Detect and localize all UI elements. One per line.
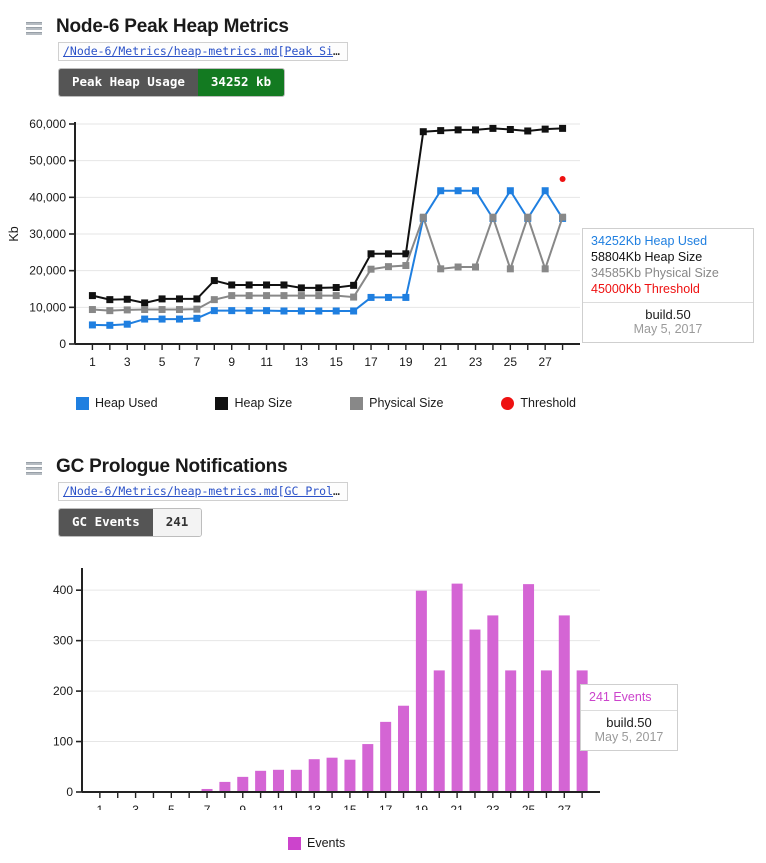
status-badge-label: GC Events bbox=[59, 509, 153, 536]
svg-text:23: 23 bbox=[469, 355, 483, 369]
svg-text:15: 15 bbox=[330, 355, 344, 369]
svg-text:19: 19 bbox=[399, 355, 413, 369]
page-title: GC Prologue Notifications bbox=[56, 456, 288, 477]
svg-text:3: 3 bbox=[132, 803, 139, 810]
gc-chart-legend: Events bbox=[288, 836, 345, 850]
tooltip-date: May 5, 2017 bbox=[633, 322, 703, 336]
tooltip-row-heap-size: 58804Kb Heap Size bbox=[591, 250, 703, 264]
svg-text:21: 21 bbox=[450, 803, 464, 810]
svg-text:7: 7 bbox=[204, 803, 211, 810]
svg-text:9: 9 bbox=[239, 803, 246, 810]
source-link-box[interactable]: /Node-6/Metrics/heap-metrics.md[Peak Siz… bbox=[58, 42, 348, 61]
legend-item-heap-size[interactable]: Heap Size bbox=[215, 396, 292, 410]
legend-label: Threshold bbox=[520, 396, 576, 410]
legend-label: Events bbox=[307, 836, 346, 850]
gc-chart-tooltip: 241 Events build.50 May 5, 2017 bbox=[580, 684, 678, 751]
svg-text:5: 5 bbox=[168, 803, 175, 810]
svg-text:0: 0 bbox=[66, 785, 73, 799]
svg-text:27: 27 bbox=[558, 803, 572, 810]
svg-text:17: 17 bbox=[364, 355, 378, 369]
svg-text:11: 11 bbox=[260, 355, 273, 369]
legend-label: Heap Size bbox=[234, 396, 293, 410]
legend-label: Physical Size bbox=[369, 396, 444, 410]
legend-swatch-icon bbox=[501, 396, 515, 410]
svg-text:17: 17 bbox=[379, 803, 393, 810]
svg-text:11: 11 bbox=[272, 803, 285, 810]
svg-text:Kb: Kb bbox=[7, 226, 21, 241]
svg-text:27: 27 bbox=[538, 355, 552, 369]
svg-text:3: 3 bbox=[124, 355, 131, 369]
legend-swatch-icon bbox=[350, 396, 364, 410]
page-title: Node-6 Peak Heap Metrics bbox=[56, 16, 289, 37]
svg-text:5: 5 bbox=[159, 355, 166, 369]
source-link[interactable]: /Node-6/Metrics/heap-metrics.md[GC Prolo… bbox=[63, 484, 347, 498]
svg-text:60,000: 60,000 bbox=[29, 117, 66, 131]
legend-item-physical-size[interactable]: Physical Size bbox=[350, 396, 443, 410]
tooltip-row-heap-used: 34252Kb Heap Used bbox=[591, 234, 708, 248]
source-link[interactable]: /Node-6/Metrics/heap-metrics.md[Peak Siz… bbox=[63, 44, 347, 58]
svg-text:23: 23 bbox=[486, 803, 500, 810]
svg-text:40,000: 40,000 bbox=[29, 190, 66, 204]
svg-text:7: 7 bbox=[194, 355, 201, 369]
legend-item-heap-used[interactable]: Heap Used bbox=[76, 396, 158, 410]
status-badge-label: Peak Heap Usage bbox=[59, 69, 198, 96]
svg-text:25: 25 bbox=[522, 803, 536, 810]
drag-handle-icon[interactable] bbox=[26, 22, 42, 36]
tooltip-build: build.50 bbox=[645, 307, 691, 322]
legend-swatch-icon bbox=[288, 836, 301, 850]
svg-text:50,000: 50,000 bbox=[29, 154, 66, 168]
svg-text:21: 21 bbox=[434, 355, 448, 369]
status-badge-value: 241 bbox=[152, 509, 202, 536]
status-badge-gc-events: GC Events 241 bbox=[58, 508, 203, 537]
svg-text:13: 13 bbox=[308, 803, 322, 810]
legend-item-events[interactable]: Events bbox=[288, 836, 345, 850]
svg-text:15: 15 bbox=[343, 803, 357, 810]
svg-text:300: 300 bbox=[53, 634, 73, 648]
heap-chart-legend: Heap Used Heap Size Physical Size Thresh… bbox=[76, 396, 576, 410]
tooltip-date: May 5, 2017 bbox=[594, 730, 664, 744]
heap-chart-tooltip: 34252Kb Heap Used 58804Kb Heap Size 3458… bbox=[582, 228, 754, 343]
svg-text:20,000: 20,000 bbox=[29, 264, 66, 278]
tooltip-row-physical: 34585Kb Physical Size bbox=[591, 266, 719, 280]
svg-text:400: 400 bbox=[53, 583, 73, 597]
tooltip-row-threshold: 45000Kb Threshold bbox=[591, 282, 700, 296]
svg-text:10,000: 10,000 bbox=[29, 300, 66, 314]
svg-text:1: 1 bbox=[89, 355, 96, 369]
svg-text:9: 9 bbox=[228, 355, 235, 369]
svg-text:13: 13 bbox=[295, 355, 309, 369]
svg-text:30,000: 30,000 bbox=[29, 227, 66, 241]
svg-text:25: 25 bbox=[504, 355, 518, 369]
legend-swatch-icon bbox=[215, 396, 229, 410]
source-link-box[interactable]: /Node-6/Metrics/heap-metrics.md[GC Prolo… bbox=[58, 482, 348, 501]
heap-chart[interactable]: 0 10,000 20,000 30,000 40,000 50,000 60,000 Kb 1… bbox=[0, 112, 600, 377]
gc-chart[interactable]: 0 100 200 300 400 1 3 5 7 9 11 13 15 17 19 21 23 25 27 bbox=[0, 560, 620, 810]
status-badge-value: 34252 kb bbox=[197, 69, 285, 96]
gc-chart-svg[interactable]: 01002003004001 3 5 7 9 11 13 15 17 19 21 23 25 27 bbox=[0, 560, 620, 810]
svg-text:1: 1 bbox=[97, 803, 104, 810]
svg-text:19: 19 bbox=[415, 803, 429, 810]
status-badge-peak-heap: Peak Heap Usage 34252 kb bbox=[58, 68, 286, 97]
svg-text:100: 100 bbox=[53, 735, 73, 749]
legend-swatch-icon bbox=[76, 396, 89, 410]
tooltip-build: build.50 bbox=[606, 715, 652, 730]
heap-chart-svg[interactable]: 0 10,000 20,000 30,000 40,000 50,000 60,000 Kb 1… bbox=[0, 112, 600, 377]
drag-handle-icon[interactable] bbox=[26, 462, 42, 476]
svg-text:0: 0 bbox=[59, 337, 66, 351]
legend-label: Heap Used bbox=[95, 396, 158, 410]
legend-item-threshold[interactable]: Threshold bbox=[501, 396, 576, 410]
svg-text:200: 200 bbox=[53, 684, 73, 698]
tooltip-row-events: 241 Events bbox=[589, 690, 652, 704]
